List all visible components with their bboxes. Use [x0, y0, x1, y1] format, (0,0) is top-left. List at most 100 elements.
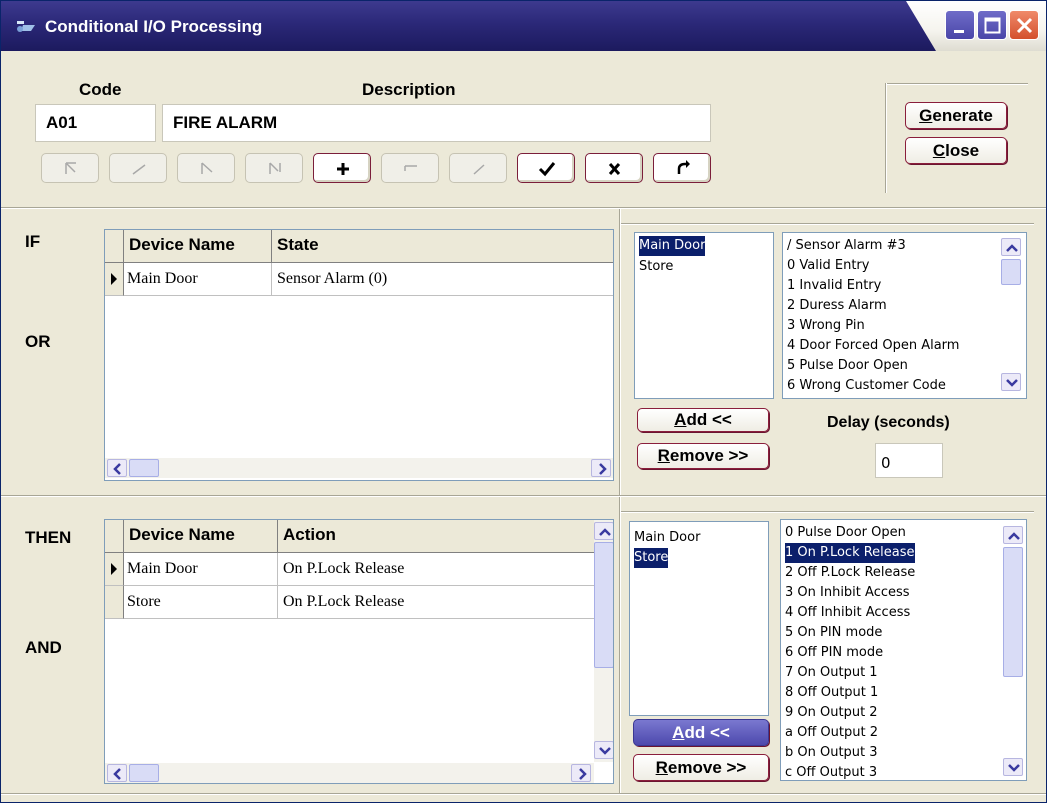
- scroll-right-icon[interactable]: [591, 459, 611, 477]
- scroll-right-icon[interactable]: [571, 764, 591, 782]
- column-action[interactable]: Action: [283, 525, 336, 545]
- maximize-icon[interactable]: [977, 10, 1007, 40]
- actions-hscrollbar[interactable]: [105, 763, 594, 783]
- row-action-cell: On P.Lock Release: [283, 593, 405, 610]
- list-item[interactable]: 5 On PIN mode: [785, 623, 882, 643]
- scroll-thumb[interactable]: [129, 459, 159, 477]
- conditions-hscrollbar[interactable]: [105, 458, 613, 478]
- list-item[interactable]: 0 Valid Entry: [787, 256, 869, 276]
- list-item[interactable]: 1 On P.Lock Release: [785, 543, 915, 563]
- then-action-list[interactable]: 0 Pulse Door Open 1 On P.Lock Release 2 …: [780, 519, 1027, 781]
- nav-prior-button: [109, 153, 167, 183]
- scroll-thumb[interactable]: [1001, 259, 1021, 285]
- or-label: OR: [25, 332, 51, 351]
- row-device-cell: Main Door: [127, 270, 198, 287]
- scroll-thumb[interactable]: [594, 542, 613, 668]
- if-add-button[interactable]: Add <<: [637, 408, 769, 432]
- description-field[interactable]: FIRE ALARM: [162, 104, 711, 142]
- if-right-top: [621, 223, 1034, 225]
- list-item[interactable]: 6 Wrong Customer Code: [787, 376, 946, 396]
- list-item[interactable]: b On Output 3: [785, 743, 878, 763]
- nav-last-button: [245, 153, 303, 183]
- code-field[interactable]: A01: [35, 104, 156, 142]
- list-item[interactable]: 6 Off PIN mode: [785, 643, 883, 663]
- actions-grid-header: Device Name Action: [105, 520, 595, 553]
- scroll-thumb[interactable]: [1003, 547, 1023, 677]
- column-device-name[interactable]: Device Name: [129, 525, 235, 545]
- table-row[interactable]: Main Door Sensor Alarm (0): [124, 263, 613, 296]
- delay-input[interactable]: 0: [875, 443, 943, 478]
- list-item[interactable]: 0 Pulse Door Open: [785, 523, 906, 543]
- separator-top: [1, 207, 1046, 209]
- list-item[interactable]: 3 Wrong Pin: [787, 316, 865, 336]
- row-indicator: [105, 553, 124, 586]
- list-item[interactable]: 1 Invalid Entry: [787, 276, 881, 296]
- nav-delete-button: [381, 153, 439, 183]
- then-device-list[interactable]: Main Door Store: [629, 521, 769, 716]
- scroll-down-icon[interactable]: [1001, 373, 1021, 391]
- scroll-down-icon[interactable]: [1003, 758, 1023, 776]
- list-item[interactable]: 9 On Output 2: [785, 703, 878, 723]
- list-item[interactable]: 8 Off Output 1: [785, 683, 878, 703]
- nav-edit-button: [449, 153, 507, 183]
- row-indicator: [105, 586, 124, 619]
- row-indicator: [105, 263, 124, 296]
- close-button[interactable]: Close: [905, 137, 1007, 164]
- list-item[interactable]: 3 On Inhibit Access: [785, 583, 910, 603]
- separator-middle: [1, 495, 1046, 497]
- table-row[interactable]: Store On P.Lock Release: [124, 586, 594, 619]
- device-item-store[interactable]: Store: [634, 548, 669, 568]
- nav-insert-button[interactable]: [313, 153, 371, 183]
- if-device-list[interactable]: Main Door Store: [634, 232, 774, 399]
- conditions-grid-header: Device Name State: [105, 230, 613, 263]
- list-item[interactable]: / Sensor Alarm #3: [787, 236, 906, 256]
- generate-button[interactable]: Generate: [905, 102, 1007, 129]
- column-device-name[interactable]: Device Name: [129, 235, 235, 255]
- list-item[interactable]: a Off Output 2: [785, 723, 878, 743]
- device-item-main-door[interactable]: Main Door: [639, 236, 706, 256]
- conditions-grid[interactable]: Device Name State Main Door Sensor Alarm…: [104, 229, 614, 481]
- description-label: Description: [362, 80, 456, 99]
- actions-grid[interactable]: Device Name Action Main Door On P.Lock R…: [104, 519, 614, 784]
- scroll-left-icon[interactable]: [107, 764, 127, 782]
- column-state[interactable]: State: [277, 235, 319, 255]
- nav-post-button[interactable]: [517, 153, 575, 183]
- if-state-list[interactable]: / Sensor Alarm #3 0 Valid Entry 1 Invali…: [782, 232, 1027, 399]
- actions-vscrollbar[interactable]: [594, 520, 613, 762]
- then-add-button[interactable]: Add <<: [633, 719, 769, 746]
- list-item[interactable]: 4 Door Forced Open Alarm: [787, 336, 959, 356]
- minimize-icon[interactable]: [945, 10, 975, 40]
- nav-refresh-button[interactable]: [653, 153, 711, 183]
- row-action-cell: On P.Lock Release: [283, 560, 405, 577]
- scroll-thumb[interactable]: [129, 764, 159, 782]
- scroll-up-icon[interactable]: [1001, 238, 1021, 256]
- scroll-left-icon[interactable]: [107, 459, 127, 477]
- scroll-up-icon[interactable]: [594, 522, 613, 540]
- list-item[interactable]: 4 Off Inhibit Access: [785, 603, 910, 623]
- scroll-up-icon[interactable]: [1003, 526, 1023, 544]
- then-remove-button[interactable]: Remove >>: [633, 754, 769, 781]
- device-item-main-door[interactable]: Main Door: [634, 528, 700, 548]
- code-label: Code: [79, 80, 122, 99]
- list-item[interactable]: 5 Pulse Door Open: [787, 356, 908, 376]
- device-item-store[interactable]: Store: [639, 257, 673, 277]
- if-label: IF: [25, 232, 41, 251]
- list-item[interactable]: c Off Output 3: [785, 763, 877, 780]
- table-row[interactable]: Main Door On P.Lock Release: [124, 553, 594, 586]
- scroll-down-icon[interactable]: [594, 741, 613, 759]
- nav-cancel-button[interactable]: [585, 153, 643, 183]
- separator-bottom: [1, 793, 1046, 795]
- list-item[interactable]: 7 On Output 1: [785, 663, 878, 683]
- list-item[interactable]: 2 Duress Alarm: [787, 296, 887, 316]
- row-state-cell: Sensor Alarm (0): [277, 270, 388, 287]
- conditional-io-window: Conditional I/O Processing Code Descript…: [0, 0, 1047, 803]
- close-icon[interactable]: [1009, 10, 1039, 40]
- then-label: THEN: [25, 528, 72, 547]
- nav-next-button: [177, 153, 235, 183]
- window-title: Conditional I/O Processing: [45, 17, 263, 36]
- if-remove-button[interactable]: Remove >>: [637, 443, 769, 469]
- row-device-cell: Main Door: [127, 560, 198, 577]
- title-bar[interactable]: Conditional I/O Processing: [1, 1, 1046, 51]
- then-divider: [619, 497, 621, 793]
- list-item[interactable]: 2 Off P.Lock Release: [785, 563, 915, 583]
